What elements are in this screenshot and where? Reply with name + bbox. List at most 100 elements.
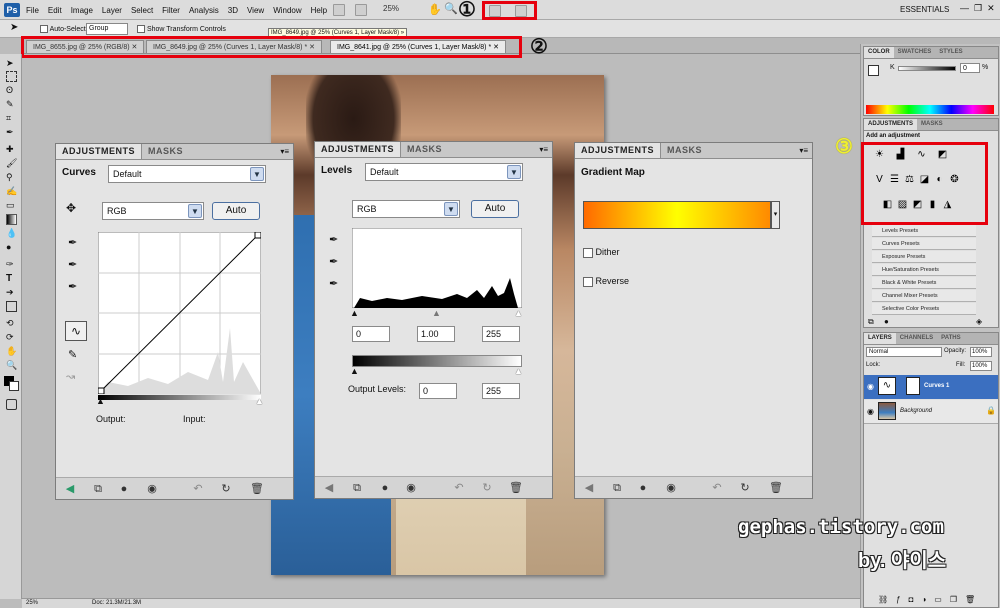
- black-slider-icon[interactable]: ▲: [96, 396, 105, 406]
- reverse-checkbox[interactable]: [583, 276, 593, 287]
- black-eyedropper-icon[interactable]: ✒: [329, 233, 338, 246]
- visibility-eye-icon[interactable]: ◉: [405, 482, 417, 494]
- curves-preset-select[interactable]: Default ▼: [108, 165, 266, 183]
- tab-masks[interactable]: MASKS: [401, 142, 448, 157]
- white-slider-icon[interactable]: ▲: [255, 396, 264, 406]
- white-eyedropper-icon[interactable]: ✒: [329, 277, 338, 290]
- preset-exposure[interactable]: Exposure Presets: [872, 251, 976, 263]
- preset-curves[interactable]: Curves Presets: [872, 238, 976, 250]
- visibility-eye-icon[interactable]: ◉: [867, 382, 874, 391]
- gray-eyedropper-icon[interactable]: ✒: [68, 258, 77, 271]
- back-arrow-icon[interactable]: ◀: [64, 483, 76, 495]
- menu-window[interactable]: Window: [273, 6, 301, 15]
- close-icon[interactable]: ✕: [987, 3, 995, 14]
- pen-tool-icon[interactable]: ✑: [6, 259, 17, 270]
- healing-brush-tool-icon[interactable]: ✚: [6, 144, 17, 155]
- auto-select-checkbox[interactable]: [40, 25, 48, 33]
- new-adjustment-icon[interactable]: ◑: [921, 595, 926, 604]
- tab-masks[interactable]: MASKS: [142, 144, 189, 159]
- expand-view-icon[interactable]: ⧉: [351, 482, 363, 494]
- trash-icon[interactable]: 🗑: [769, 482, 783, 494]
- panel-menu-icon[interactable]: ▾≡: [276, 144, 293, 159]
- back-arrow-icon[interactable]: ◀: [323, 482, 335, 494]
- input-black-field[interactable]: 0: [352, 326, 390, 342]
- output-black-slider-icon[interactable]: ▲: [350, 366, 359, 376]
- tab-masks[interactable]: MASKS: [917, 119, 947, 130]
- color-swatch[interactable]: [868, 65, 879, 76]
- fill-field[interactable]: 100%: [970, 361, 992, 371]
- visibility-eye-icon[interactable]: ◉: [867, 407, 874, 416]
- menu-filter[interactable]: Filter: [162, 6, 180, 15]
- black-eyedropper-icon[interactable]: ✒: [68, 236, 77, 249]
- input-gray-slider-icon[interactable]: ▲: [432, 308, 441, 318]
- add-mask-icon[interactable]: ◘: [909, 595, 914, 604]
- lasso-tool-icon[interactable]: ʘ: [6, 85, 17, 96]
- history-brush-tool-icon[interactable]: ✍: [6, 186, 17, 197]
- input-gamma-field[interactable]: 1.00: [417, 326, 455, 342]
- expand-view-icon[interactable]: ⧉: [611, 482, 623, 494]
- eraser-tool-icon[interactable]: ▭: [6, 200, 17, 211]
- panel-menu-icon[interactable]: ▾≡: [795, 143, 812, 158]
- brush-tool-icon[interactable]: 🖌: [6, 158, 17, 169]
- view-extras-icon[interactable]: [355, 4, 367, 16]
- levels-preset-select[interactable]: Default ▼: [365, 163, 523, 181]
- trash-icon[interactable]: 🗑: [250, 483, 264, 495]
- menu-file[interactable]: File: [26, 6, 39, 15]
- zoom-tool-icon[interactable]: 🔍: [444, 2, 458, 15]
- preset-channel-mixer[interactable]: Channel Mixer Presets: [872, 290, 976, 302]
- 3d-orbit-tool-icon[interactable]: ⟳: [6, 332, 17, 343]
- clone-stamp-tool-icon[interactable]: ⚲: [6, 172, 17, 183]
- new-layer-icon[interactable]: ❐: [950, 595, 957, 604]
- output-black-field[interactable]: 0: [419, 383, 457, 399]
- menu-select[interactable]: Select: [131, 6, 153, 15]
- preset-selective-color[interactable]: Selective Color Presets: [872, 303, 976, 315]
- k-slider[interactable]: [898, 66, 956, 71]
- output-white-slider-icon[interactable]: ▲: [514, 366, 523, 376]
- opacity-field[interactable]: 100%: [970, 347, 992, 357]
- layer-style-icon[interactable]: ƒ: [896, 595, 900, 604]
- layer-mask-thumb[interactable]: [906, 377, 920, 395]
- levels-channel-select[interactable]: RGB ▼: [352, 200, 460, 218]
- 3d-rotate-tool-icon[interactable]: ⟲: [6, 318, 17, 329]
- reset-icon[interactable]: ↻: [481, 482, 493, 494]
- move-tool-icon[interactable]: ➤: [6, 58, 17, 69]
- smooth-curve-icon[interactable]: ↝: [66, 370, 75, 383]
- bridge-icon[interactable]: [333, 4, 345, 16]
- blur-tool-icon[interactable]: 💧: [6, 228, 17, 239]
- visibility-eye-icon[interactable]: ◉: [146, 483, 158, 495]
- menu-edit[interactable]: Edit: [48, 6, 62, 15]
- tab-channels[interactable]: CHANNELS: [896, 333, 937, 344]
- input-black-slider-icon[interactable]: ▲: [350, 308, 359, 318]
- menu-3d[interactable]: 3D: [228, 6, 238, 15]
- tab-adjustments[interactable]: ADJUSTMENTS: [575, 143, 662, 158]
- background-color-swatch[interactable]: [9, 381, 19, 391]
- new-group-icon[interactable]: ▭: [934, 595, 942, 604]
- minimize-icon[interactable]: —: [960, 3, 969, 14]
- preset-levels[interactable]: Levels Presets: [872, 225, 976, 237]
- gradient-tool-icon[interactable]: [6, 214, 17, 225]
- tab-styles[interactable]: STYLES: [935, 47, 966, 58]
- quick-mask-icon[interactable]: [6, 399, 17, 410]
- view-previous-icon[interactable]: ↶: [711, 482, 723, 494]
- clip-to-layer-icon[interactable]: ●: [637, 482, 649, 494]
- view-previous-icon[interactable]: ↶: [453, 482, 465, 494]
- curves-channel-select[interactable]: RGB ▼: [102, 202, 204, 220]
- back-arrow-icon[interactable]: ◀: [583, 482, 595, 494]
- visibility-eye-icon[interactable]: ◉: [665, 482, 677, 494]
- zoom-level[interactable]: 25%: [383, 4, 399, 13]
- move-tool-icon[interactable]: ➤: [10, 22, 18, 33]
- k-value-field[interactable]: 0: [960, 63, 980, 73]
- menu-image[interactable]: Image: [71, 6, 93, 15]
- view-previous-icon[interactable]: ↶: [192, 483, 204, 495]
- restore-icon[interactable]: ❐: [974, 3, 982, 14]
- screen-mode-icon[interactable]: [515, 5, 527, 17]
- dither-checkbox[interactable]: [583, 247, 593, 258]
- curves-auto-button[interactable]: Auto: [212, 202, 260, 220]
- input-white-field[interactable]: 255: [482, 326, 520, 342]
- link-layers-icon[interactable]: ⛓: [878, 595, 888, 604]
- arrange-documents-icon[interactable]: [489, 5, 501, 17]
- delete-layer-icon[interactable]: 🗑: [965, 595, 975, 604]
- curves-graph[interactable]: [98, 232, 261, 394]
- hand-tool-icon[interactable]: ✋: [428, 3, 442, 16]
- eyedropper-tool-icon[interactable]: ✒: [6, 127, 17, 138]
